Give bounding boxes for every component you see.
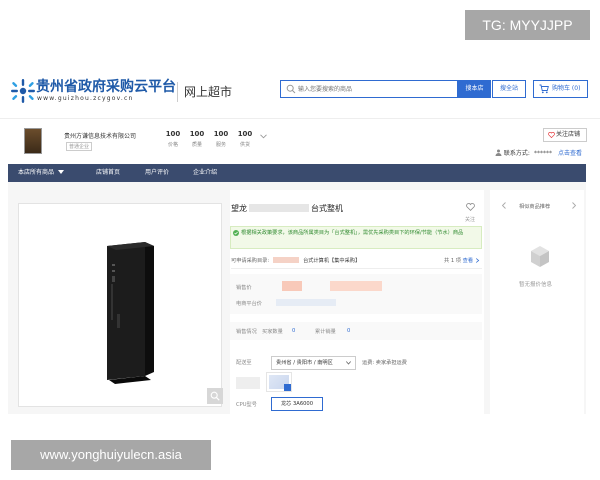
- cpu-option-button[interactable]: 龙芯 3A6000: [271, 397, 323, 411]
- count-text: 共 1 项: [444, 258, 461, 264]
- price-area: [230, 274, 482, 314]
- platform-logo-icon[interactable]: [10, 78, 36, 104]
- arrow-left-icon[interactable]: [501, 202, 507, 209]
- directory-label: 可申请采购目录:: [231, 258, 270, 264]
- selected-check-icon: [284, 384, 291, 391]
- stat-value: 100: [165, 130, 181, 138]
- search-box: [280, 80, 458, 98]
- stat-value: 100: [237, 130, 253, 138]
- site-name[interactable]: 贵州省政府采购云平台: [36, 76, 176, 96]
- nav-item-company-intro[interactable]: 企业介绍: [193, 164, 217, 182]
- title-redacted: [249, 204, 309, 212]
- platform-price-redacted: [276, 299, 336, 306]
- ship-to-label: 配送至: [236, 360, 252, 366]
- heart-icon: [548, 132, 555, 138]
- desktop-tower-image: [107, 242, 154, 384]
- sale-price-redacted: [282, 281, 302, 291]
- store-name[interactable]: 贵州方谦信息技术有限公司: [64, 131, 136, 140]
- site-url: www.guizhou.zcygov.cn: [37, 95, 134, 102]
- contact-label: 联系方式:: [503, 150, 530, 157]
- search-all-button[interactable]: 搜全站: [492, 80, 526, 98]
- similar-products-title: 相似商品推荐: [519, 204, 551, 210]
- option-thumbnail[interactable]: [266, 372, 292, 392]
- similar-products-panel: [490, 190, 584, 414]
- sale-price-redacted-2: [330, 281, 382, 291]
- count-view-link[interactable]: 查看: [463, 258, 473, 264]
- ship-region-value: 贵州省 / 贵阳市 / 南明区: [276, 360, 333, 366]
- no-quote-text: 暂无报价信息: [519, 282, 553, 288]
- chevron-right-icon: [475, 257, 479, 263]
- empty-box-icon: [531, 246, 549, 267]
- zoom-button[interactable]: [207, 388, 223, 404]
- section-title[interactable]: 网上超市: [184, 83, 232, 100]
- contact-info: 联系方式: ****** 点击查看: [495, 148, 582, 157]
- check-circle-icon: [233, 230, 239, 236]
- notice-text: 根据相关政策要求，该商品所属类目为「台式整机」，需优先采购类目下的环保/节能（节…: [241, 230, 464, 236]
- zoom-icon: [210, 391, 220, 401]
- watermark-badge: www.yonghuiyulecn.asia: [11, 440, 211, 470]
- arrow-right-icon[interactable]: [571, 202, 577, 209]
- nav-item-user-reviews[interactable]: 用户评价: [145, 164, 169, 182]
- cart-icon: [539, 84, 549, 94]
- procurement-directory: 可申请采购目录: 台式计算机【集中采购】: [231, 257, 360, 264]
- row-divider: [231, 268, 482, 269]
- header-divider: [177, 82, 178, 102]
- person-icon: [495, 149, 502, 156]
- chevron-down-icon[interactable]: [260, 134, 267, 139]
- chevron-down-icon: [346, 361, 351, 365]
- cart-button[interactable]: 购物车 (0): [533, 80, 588, 98]
- ship-region-select[interactable]: 贵州省 / 贵阳市 / 南明区: [271, 356, 356, 370]
- cumulative-sales-label: 累计销量: [315, 329, 336, 335]
- product-image[interactable]: [18, 203, 222, 407]
- follow-label: 关注店铺: [556, 131, 581, 138]
- directory-category: 台式计算机【集中采购】: [303, 258, 361, 264]
- sale-price-label: 销售价: [236, 285, 252, 291]
- nav-label: 本店所有商品: [18, 169, 55, 176]
- stat-value: 100: [189, 130, 205, 138]
- store-bar: 贵州方谦信息技术有限公司 普通企业 100 价格 100 质量 100 服务 1…: [0, 118, 600, 162]
- store-stat-supply: 100 供货: [234, 130, 256, 148]
- store-nav-bar: 本店所有商品 店铺首页 用户评价 企业介绍: [8, 164, 586, 182]
- tg-badge: TG: MYYJJPP: [465, 10, 590, 40]
- favorite-heart-icon[interactable]: [466, 203, 475, 211]
- stat-label: 供货: [239, 142, 250, 148]
- stat-value: 100: [213, 130, 229, 138]
- title-prefix: 望龙: [231, 204, 247, 213]
- directory-redacted: [273, 257, 300, 263]
- nav-item-all-products[interactable]: 本店所有商品: [18, 164, 64, 182]
- option-label-redacted: [236, 377, 260, 389]
- platform-price-label: 电商平台价: [236, 301, 262, 307]
- store-stat-quality: 100 质量: [186, 130, 208, 148]
- contact-masked: ******: [533, 150, 552, 157]
- stat-label: 价格: [167, 142, 178, 148]
- cpu-model-label: CPU型号: [236, 402, 257, 408]
- search-icon: [286, 84, 296, 94]
- title-suffix: 台式整机: [311, 204, 343, 213]
- follow-store-button[interactable]: 关注店铺: [543, 128, 587, 142]
- cumulative-sales-value: 0: [347, 328, 351, 334]
- search-store-button[interactable]: 搜本店: [458, 80, 491, 98]
- contact-view-link[interactable]: 点击查看: [558, 150, 582, 157]
- buyers-label: 买家数量: [262, 329, 283, 335]
- store-stat-service: 100 服务: [210, 130, 232, 148]
- buyers-value: 0: [292, 328, 296, 334]
- stat-label: 质量: [191, 142, 202, 148]
- store-tag: 普通企业: [66, 142, 93, 151]
- stat-label: 服务: [215, 142, 226, 148]
- store-thumbnail[interactable]: [24, 128, 42, 154]
- policy-notice: 根据相关政策要求，该商品所属类目为「台式整机」，需优先采购类目下的环保/节能（节…: [230, 226, 482, 249]
- cart-label: 购物车 (0): [552, 85, 581, 92]
- top-header: 贵州省政府采购云平台 www.guizhou.zcygov.cn 网上超市 搜本…: [0, 70, 600, 112]
- sales-label: 销售情况: [236, 329, 257, 335]
- nav-item-store-home[interactable]: 店铺首页: [96, 164, 120, 182]
- product-title: 望龙 台式整机: [231, 203, 343, 214]
- shipping-note: 运费: 卖家承担运费: [362, 360, 407, 366]
- caret-down-icon: [57, 170, 64, 174]
- search-input[interactable]: [298, 82, 453, 96]
- directory-count: 共 1 项 查看: [444, 257, 480, 264]
- favorite-label[interactable]: 关注: [465, 216, 475, 223]
- store-stat-price: 100 价格: [162, 130, 184, 148]
